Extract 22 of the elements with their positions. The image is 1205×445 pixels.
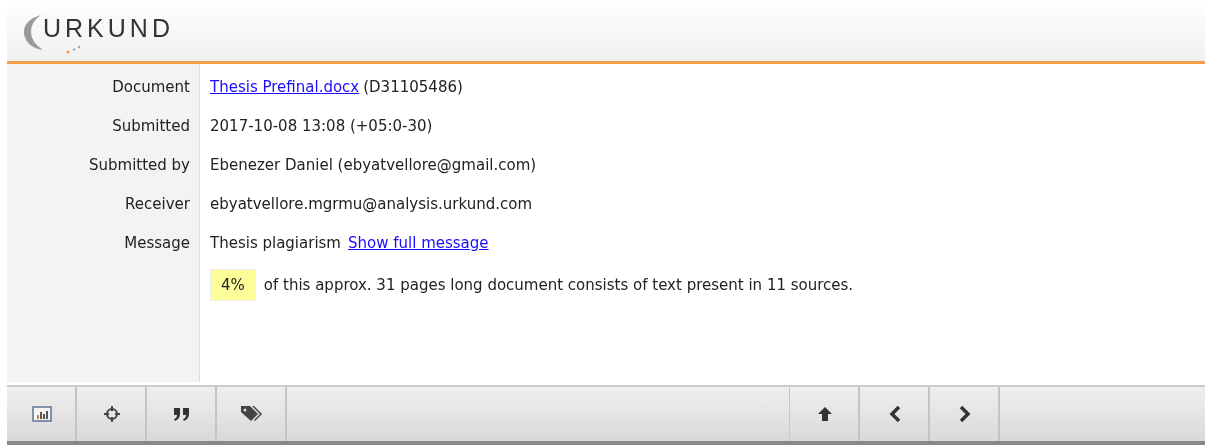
field-label: Submitted by — [89, 156, 190, 175]
chevron-right-icon — [957, 404, 972, 423]
logo-dots-icon — [65, 43, 83, 54]
chevron-left-icon — [887, 404, 902, 423]
crosshair-icon — [102, 404, 121, 423]
field-value: ebyatvellore.mgrmu@analysis.urkund.com — [210, 195, 533, 214]
field-label: Receiver — [125, 195, 190, 214]
quote-icon — [172, 405, 191, 422]
field-value: (D31105486) — [363, 78, 463, 97]
show-message-link[interactable]: Show full message — [348, 234, 489, 253]
field-value: Ebenezer Daniel (ebyatvellore@gmail.com) — [210, 156, 537, 175]
bar-chart-icon — [31, 405, 52, 422]
field-label: Message — [124, 234, 190, 253]
field-value: Thesis plagiarism — [210, 234, 341, 253]
tags-icon — [239, 404, 264, 423]
summary-text: of this approx. 31 pages long document consists of text present in 11 sources. — [263, 276, 854, 295]
field-label: Document — [112, 78, 190, 97]
field-value: 2017-10-08 13:08 (+05:0-30) — [210, 117, 433, 136]
percentage-badge: 4% — [210, 269, 256, 302]
field-label: Submitted — [112, 117, 190, 136]
logo-text: URKUND — [43, 13, 174, 43]
document-link[interactable]: Thesis Prefinal.docx — [210, 78, 360, 97]
